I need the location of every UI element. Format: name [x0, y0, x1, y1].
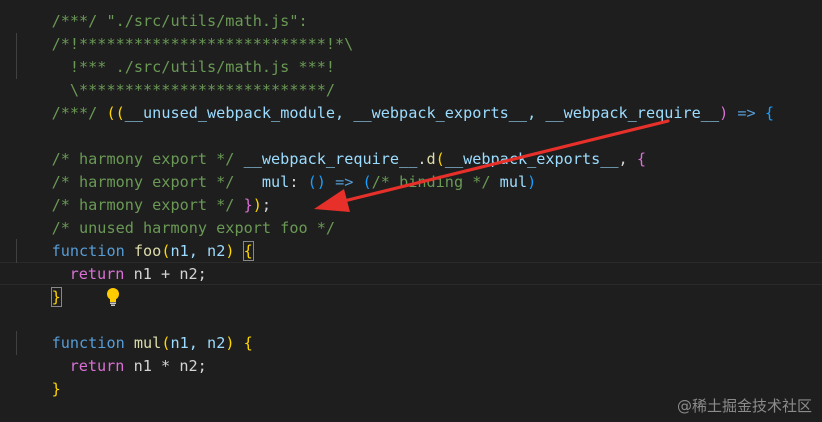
watermark: @稀土掘金技术社区	[676, 397, 812, 415]
code-editor[interactable]: /***/ "./src/utils/math.js": /*!********…	[0, 0, 822, 422]
arrow	[314, 119, 670, 212]
